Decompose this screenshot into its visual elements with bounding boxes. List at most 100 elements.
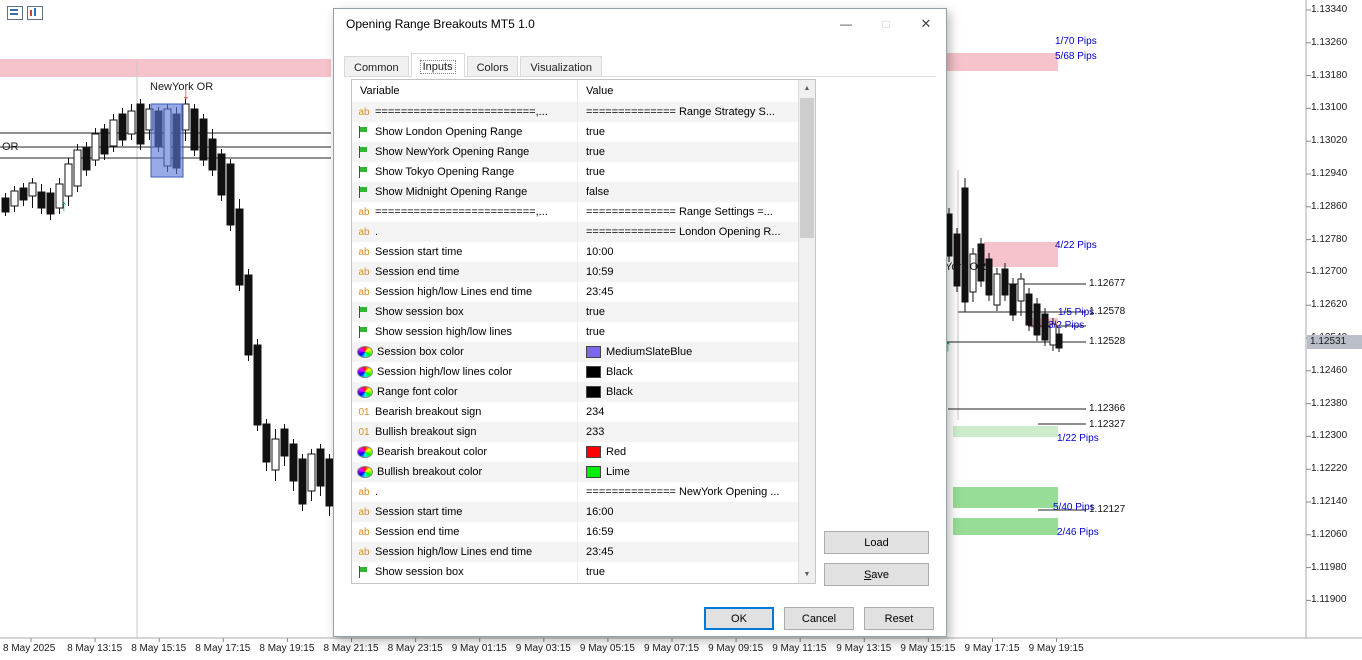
ok-button[interactable]: OK: [704, 607, 774, 630]
input-row[interactable]: ab Session start time 16:00: [352, 502, 798, 522]
close-icon[interactable]: ✕: [906, 9, 946, 39]
input-row[interactable]: ab. ============== London Opening R...: [352, 222, 798, 242]
variable-value[interactable]: true: [578, 162, 798, 182]
current-price-tag: 1.12531: [1307, 335, 1362, 349]
tab-colors[interactable]: Colors: [466, 56, 519, 76]
variable-value[interactable]: ============== NewYork Opening ...: [578, 482, 798, 502]
variable-value[interactable]: ============== Range Strategy S...: [578, 102, 798, 122]
input-row[interactable]: Show NewYork Opening Range true: [352, 142, 798, 162]
candle-body: [289, 443, 298, 482]
input-row[interactable]: ab Session high/low Lines end time 23:45: [352, 542, 798, 562]
input-row[interactable]: ab Session end time 10:59: [352, 262, 798, 282]
variable-value[interactable]: Black: [578, 382, 798, 402]
value-text: 10:00: [586, 246, 614, 258]
minimize-icon[interactable]: —: [826, 9, 866, 39]
dialog-title: Opening Range Breakouts MT5 1.0: [346, 17, 535, 31]
candle-body: [1001, 268, 1009, 296]
text-icon: ab: [358, 226, 370, 238]
variable-value[interactable]: 233: [578, 422, 798, 442]
variable-value[interactable]: 10:59: [578, 262, 798, 282]
value-text: ============== Range Settings =...: [586, 206, 773, 218]
dialog-titlebar[interactable]: Opening Range Breakouts MT5 1.0 — □ ✕: [334, 9, 946, 39]
vertical-scrollbar[interactable]: ▲ ▼: [798, 80, 815, 583]
integer-icon: 01: [358, 426, 370, 438]
input-row[interactable]: Show session high/low lines true: [352, 322, 798, 342]
reset-button[interactable]: Reset: [864, 607, 934, 630]
variable-value[interactable]: true: [578, 562, 798, 582]
tab-visualization[interactable]: Visualization: [520, 56, 602, 76]
candle-body: [262, 423, 271, 463]
variable-value[interactable]: false: [578, 182, 798, 202]
input-row[interactable]: ab Session end time 16:59: [352, 522, 798, 542]
column-header-variable[interactable]: Variable: [352, 80, 578, 102]
input-row[interactable]: Session high/low lines color Black: [352, 362, 798, 382]
variable-value[interactable]: Lime: [578, 462, 798, 482]
variable-name: Bullish breakout sign: [375, 426, 477, 438]
variable-value[interactable]: true: [578, 302, 798, 322]
candle-body: [969, 253, 977, 293]
input-row[interactable]: ab =========================,... =========…: [352, 202, 798, 222]
column-header-value[interactable]: Value: [578, 80, 815, 102]
chart-window-icon[interactable]: [27, 6, 43, 20]
table-header: Variable Value: [352, 80, 815, 103]
candle-body: [985, 258, 993, 296]
input-row[interactable]: ab. ============== NewYork Opening ...: [352, 482, 798, 502]
variable-value[interactable]: 16:59: [578, 522, 798, 542]
input-row[interactable]: Show London Opening Range true: [352, 122, 798, 142]
load-button[interactable]: Load: [824, 531, 929, 554]
variable-value[interactable]: true: [578, 322, 798, 342]
input-row[interactable]: ab Session start time 10:00: [352, 242, 798, 262]
candle-body: [1017, 278, 1025, 302]
value-text: true: [586, 566, 605, 578]
scrollbar-thumb[interactable]: [800, 98, 814, 238]
variable-value[interactable]: ============== Range Settings =...: [578, 202, 798, 222]
icon-bar: [34, 8, 36, 16]
candle-body: [1033, 303, 1041, 336]
variable-value[interactable]: 23:45: [578, 542, 798, 562]
input-row[interactable]: Show Midnight Opening Range false: [352, 182, 798, 202]
maximize-icon: □: [882, 17, 890, 31]
tab-label: Colors: [476, 61, 509, 74]
variable-value[interactable]: ============== London Opening R...: [578, 222, 798, 242]
variable-value[interactable]: Red: [578, 442, 798, 462]
input-row[interactable]: Show session box true: [352, 562, 798, 582]
variable-value[interactable]: true: [578, 122, 798, 142]
variable-name: Show NewYork Opening Range: [375, 146, 530, 158]
scroll-down-icon[interactable]: ▼: [799, 566, 815, 583]
tab-inputs[interactable]: Inputs: [410, 53, 465, 77]
input-row[interactable]: Range font color Black: [352, 382, 798, 402]
input-row[interactable]: 01 Bearish breakout sign 234: [352, 402, 798, 422]
scroll-up-icon[interactable]: ▲: [799, 80, 815, 97]
tab-common[interactable]: Common: [344, 56, 409, 76]
input-row[interactable]: Show session box true: [352, 302, 798, 322]
value-text: Red: [606, 446, 627, 458]
variable-value[interactable]: 10:00: [578, 242, 798, 262]
input-row[interactable]: ab =========================,... =========…: [352, 102, 798, 122]
candle-body: [298, 458, 307, 505]
chart-list-icon[interactable]: [7, 6, 23, 20]
cancel-button[interactable]: Cancel: [784, 607, 854, 630]
candle-body: [19, 187, 28, 201]
value-text: 23:45: [586, 286, 614, 298]
variable-name: Show session box: [375, 566, 464, 578]
input-row[interactable]: Session box color MediumSlateBlue: [352, 342, 798, 362]
input-row[interactable]: 01 Bullish breakout sign 233: [352, 422, 798, 442]
variable-value[interactable]: Black: [578, 362, 798, 382]
input-row[interactable]: Show Tokyo Opening Range true: [352, 162, 798, 182]
value-text: 23:45: [586, 546, 614, 558]
input-row[interactable]: Bullish breakout color Lime: [352, 462, 798, 482]
input-row[interactable]: Bearish breakout color Red: [352, 442, 798, 462]
variable-name: Session high/low Lines end time: [375, 546, 533, 558]
variable-value[interactable]: 23:45: [578, 282, 798, 302]
variable-value[interactable]: true: [578, 142, 798, 162]
input-row[interactable]: ab Session high/low Lines end time 23:45: [352, 282, 798, 302]
variable-value[interactable]: MediumSlateBlue: [578, 342, 798, 362]
variable-value[interactable]: 234: [578, 402, 798, 422]
variable-name: Session high/low lines color: [377, 366, 513, 378]
candle-body: [136, 103, 145, 145]
variable-name: =========================,...: [375, 206, 548, 218]
candle-body: [244, 274, 253, 356]
save-button[interactable]: Save: [824, 563, 929, 586]
variable-value[interactable]: 16:00: [578, 502, 798, 522]
range-band: [953, 487, 1058, 508]
